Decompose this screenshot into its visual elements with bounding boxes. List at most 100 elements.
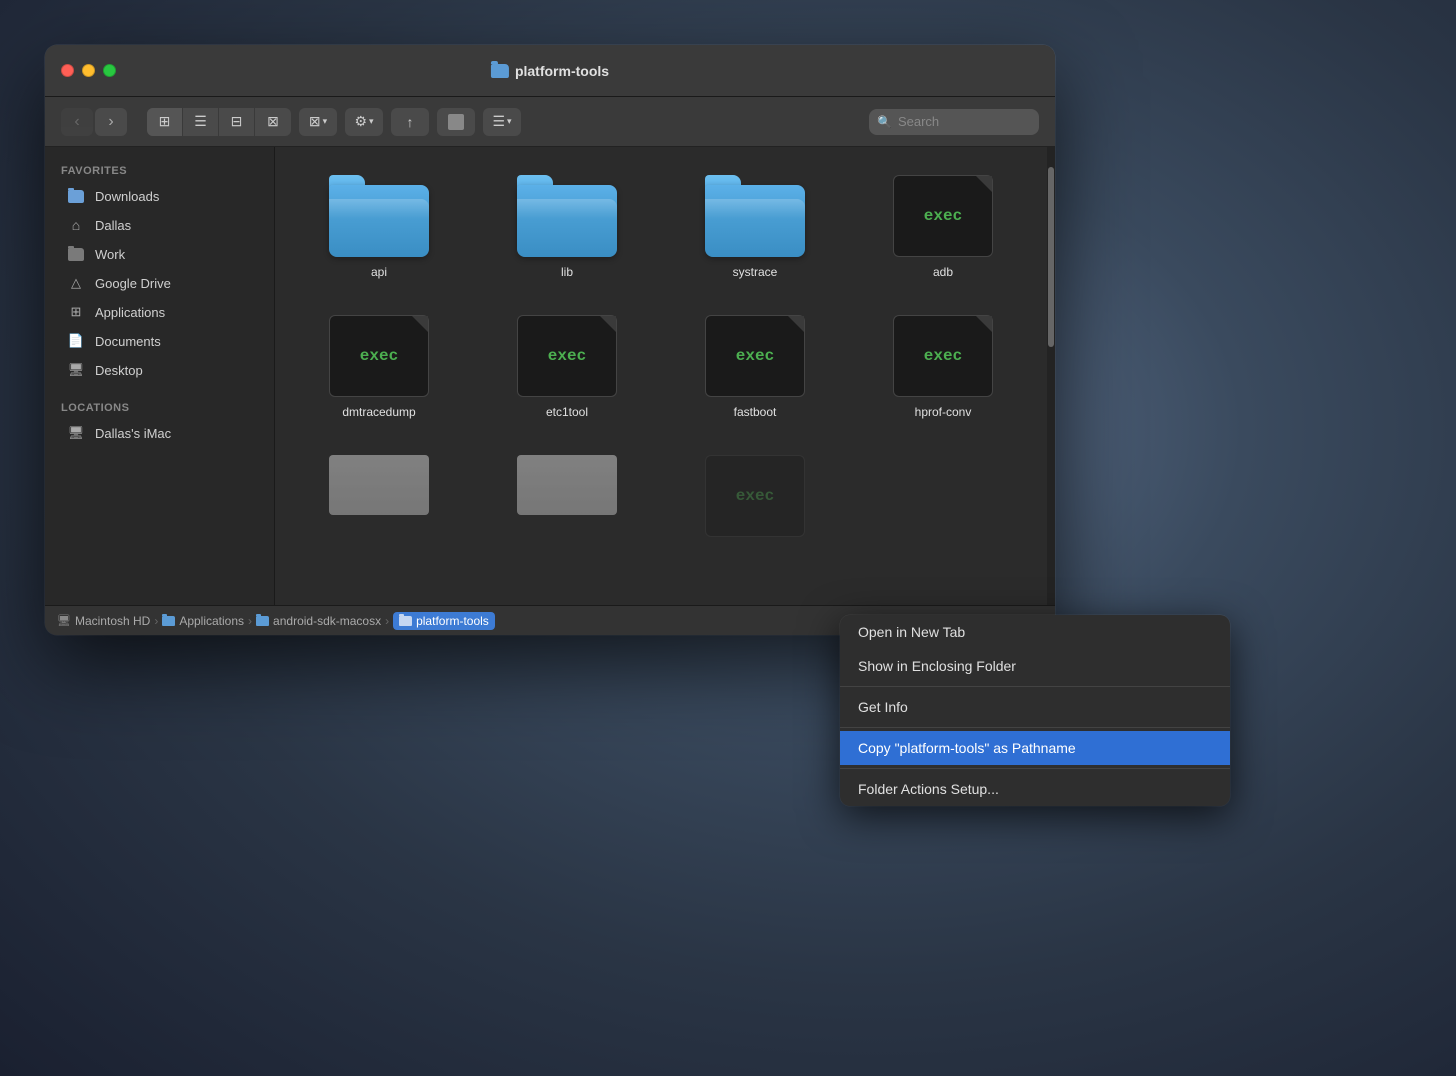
- sidebar-item-downloads[interactable]: Downloads: [51, 182, 268, 210]
- file-item-systrace[interactable]: systrace: [671, 167, 839, 287]
- file-label-systrace: systrace: [733, 265, 778, 279]
- scrollbar-thumb[interactable]: [1048, 167, 1054, 347]
- title-bar: platform-tools: [45, 45, 1055, 97]
- folder-icon: [399, 616, 412, 626]
- context-menu: Open in New Tab Show in Enclosing Folder…: [840, 615, 1230, 806]
- file-label-api: api: [371, 265, 387, 279]
- main-area: Favorites Downloads ⌂ Dallas: [45, 147, 1055, 605]
- breadcrumb: 🖥 Macintosh HD › Applications › android-…: [57, 612, 495, 630]
- sidebar-item-dallas[interactable]: ⌂ Dallas: [51, 211, 268, 239]
- context-menu-divider-1: [840, 686, 1230, 687]
- file-item-fastboot[interactable]: exec fastboot: [671, 307, 839, 427]
- breadcrumb-label: Applications: [179, 614, 244, 628]
- hd-icon: 🖥: [57, 614, 71, 627]
- file-label-lib: lib: [561, 265, 573, 279]
- sidebar-item-google-drive[interactable]: △ Google Drive: [51, 269, 268, 297]
- window-title: platform-tools: [491, 63, 609, 79]
- title-folder-icon: [491, 64, 509, 78]
- context-menu-item-open-new-tab[interactable]: Open in New Tab: [840, 615, 1230, 649]
- exec-icon-dmtracedump: exec: [329, 315, 429, 397]
- search-icon: 🔍: [877, 115, 892, 129]
- exec-icon-adb: exec: [893, 175, 993, 257]
- context-menu-item-copy-pathname[interactable]: Copy "platform-tools" as Pathname: [840, 731, 1230, 765]
- finder-window: platform-tools ‹ › ⊞ ☰ ⊟ ⊠: [45, 45, 1055, 635]
- share-button[interactable]: ↑: [391, 108, 429, 136]
- breadcrumb-label: android-sdk-macosx: [273, 614, 381, 628]
- sidebar-item-documents[interactable]: 📄 Documents: [51, 327, 268, 355]
- folder-icon-api: [329, 175, 429, 257]
- file-item-partial-3: exec: [671, 447, 839, 545]
- icon-view-button[interactable]: ⊞: [147, 108, 183, 136]
- sidebar-item-desktop[interactable]: 🖥 Desktop: [51, 356, 268, 384]
- context-menu-divider-3: [840, 768, 1230, 769]
- sidebar-item-label: Desktop: [95, 363, 143, 378]
- file-label-hprof-conv: hprof-conv: [915, 405, 972, 419]
- sidebar: Favorites Downloads ⌂ Dallas: [45, 147, 275, 605]
- close-button[interactable]: [61, 64, 74, 77]
- sort-button[interactable]: ☰ ▾: [483, 108, 521, 136]
- back-button[interactable]: ‹: [61, 108, 93, 136]
- sidebar-item-label: Documents: [95, 334, 161, 349]
- home-icon: ⌂: [67, 216, 85, 234]
- breadcrumb-label: Macintosh HD: [75, 614, 150, 628]
- file-label-dmtracedump: dmtracedump: [342, 405, 415, 419]
- folder-icon-lib: [517, 175, 617, 257]
- file-item-partial-1: [295, 447, 463, 545]
- forward-button[interactable]: ›: [95, 108, 127, 136]
- sidebar-item-label: Downloads: [95, 189, 159, 204]
- file-item-adb[interactable]: exec adb: [859, 167, 1027, 287]
- sidebar-item-label: Dallas: [95, 218, 131, 233]
- gdrive-icon: △: [67, 274, 85, 292]
- context-menu-item-folder-actions[interactable]: Folder Actions Setup...: [840, 772, 1230, 806]
- column-view-button[interactable]: ⊟: [219, 108, 255, 136]
- downloads-icon: [67, 187, 85, 205]
- action-button[interactable]: ⚙ ▾: [345, 108, 383, 136]
- applications-icon: ⊞: [67, 303, 85, 321]
- toolbar: ‹ › ⊞ ☰ ⊟ ⊠ ⊠ ▾ ⚙ ▾: [45, 97, 1055, 147]
- sidebar-item-label: Dallas's iMac: [95, 426, 171, 441]
- file-item-lib[interactable]: lib: [483, 167, 651, 287]
- file-item-etc1tool[interactable]: exec etc1tool: [483, 307, 651, 427]
- context-menu-divider-2: [840, 727, 1230, 728]
- exec-icon-fastboot: exec: [705, 315, 805, 397]
- file-label-fastboot: fastboot: [734, 405, 777, 419]
- exec-icon-etc1tool: exec: [517, 315, 617, 397]
- favorites-label: Favorites: [45, 157, 274, 181]
- sidebar-item-work[interactable]: Work: [51, 240, 268, 268]
- context-menu-item-show-enclosing[interactable]: Show in Enclosing Folder: [840, 649, 1230, 683]
- breadcrumb-label: platform-tools: [416, 614, 489, 628]
- file-item-hprof-conv[interactable]: exec hprof-conv: [859, 307, 1027, 427]
- file-grid: api lib syst: [275, 147, 1047, 605]
- list-view-button[interactable]: ☰: [183, 108, 219, 136]
- imac-icon: 🖥: [67, 424, 85, 442]
- sidebar-item-imac[interactable]: 🖥 Dallas's iMac: [51, 419, 268, 447]
- exec-icon-partial: exec: [705, 455, 805, 537]
- exec-icon-hprof-conv: exec: [893, 315, 993, 397]
- sidebar-item-label: Google Drive: [95, 276, 171, 291]
- sidebar-item-label: Work: [95, 247, 125, 262]
- scrollbar-track[interactable]: [1047, 147, 1055, 605]
- file-label-etc1tool: etc1tool: [546, 405, 588, 419]
- breadcrumb-platform-tools[interactable]: platform-tools: [393, 612, 495, 630]
- breadcrumb-macintosh-hd[interactable]: 🖥 Macintosh HD: [57, 614, 150, 628]
- traffic-lights: [61, 64, 116, 77]
- nav-buttons: ‹ ›: [61, 108, 127, 136]
- tag-button[interactable]: [437, 108, 475, 136]
- file-item-api[interactable]: api: [295, 167, 463, 287]
- maximize-button[interactable]: [103, 64, 116, 77]
- search-bar[interactable]: 🔍 Search: [869, 109, 1039, 135]
- view-options-button[interactable]: ⊠ ▾: [299, 108, 337, 136]
- breadcrumb-sep-3: ›: [385, 614, 389, 628]
- breadcrumb-applications[interactable]: Applications: [162, 614, 244, 628]
- breadcrumb-sep-1: ›: [154, 614, 158, 628]
- breadcrumb-android-sdk[interactable]: android-sdk-macosx: [256, 614, 381, 628]
- sidebar-item-applications[interactable]: ⊞ Applications: [51, 298, 268, 326]
- minimize-button[interactable]: [82, 64, 95, 77]
- documents-icon: 📄: [67, 332, 85, 350]
- folder-icon: [256, 616, 269, 626]
- context-menu-item-get-info[interactable]: Get Info: [840, 690, 1230, 724]
- search-placeholder: Search: [898, 114, 939, 129]
- file-item-dmtracedump[interactable]: exec dmtracedump: [295, 307, 463, 427]
- file-label-adb: adb: [933, 265, 953, 279]
- gallery-view-button[interactable]: ⊠: [255, 108, 291, 136]
